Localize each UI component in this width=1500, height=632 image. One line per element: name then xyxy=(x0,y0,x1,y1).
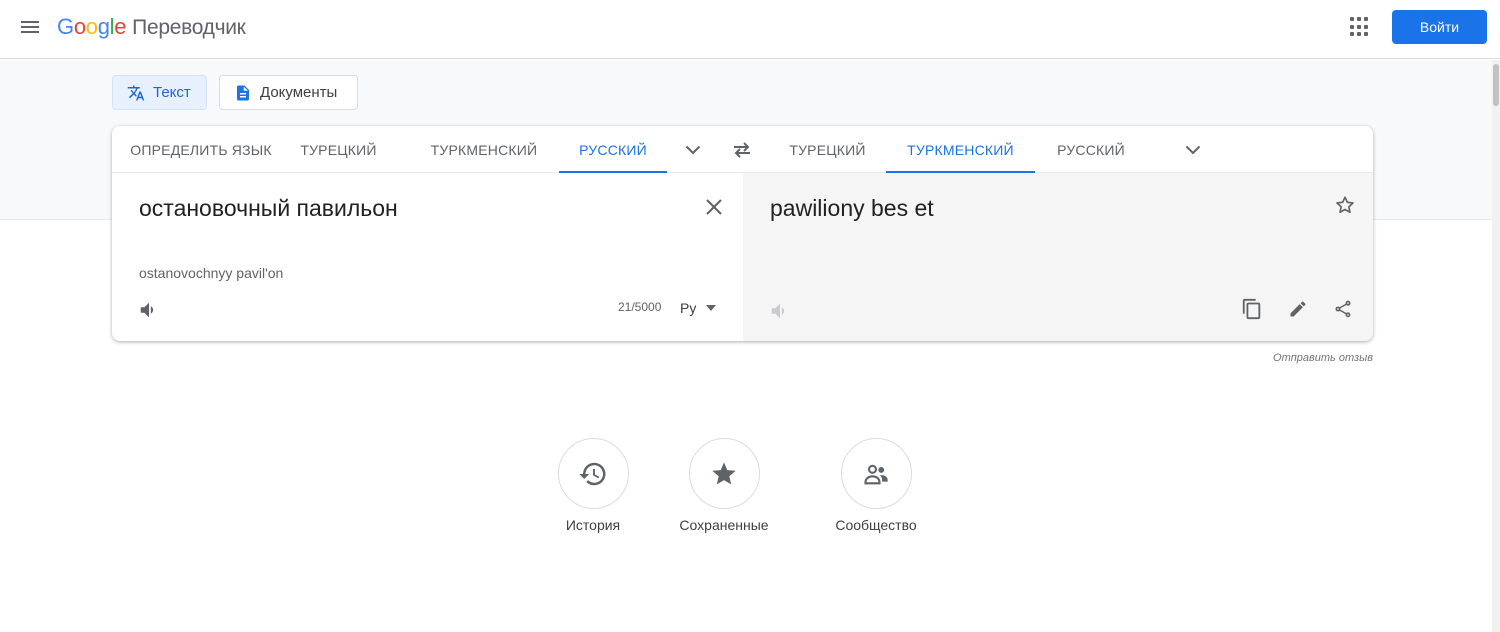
app-logo[interactable]: Google Переводчик xyxy=(57,14,246,40)
target-lang-turkmen[interactable]: ТУРКМЕНСКИЙ xyxy=(886,126,1035,173)
copy-icon[interactable] xyxy=(1240,297,1264,321)
save-star-icon[interactable] xyxy=(1334,194,1358,218)
source-text[interactable]: остановочный павильон xyxy=(139,195,398,222)
community-circle[interactable] xyxy=(840,438,912,509)
document-icon xyxy=(232,83,254,103)
translate-card: ОПРЕДЕЛИТЬ ЯЗЫК ТУРЕЦКИЙ ТУРКМЕНСКИЙ РУС… xyxy=(112,126,1373,341)
logo-letter: o xyxy=(73,14,86,39)
target-listen-speaker-icon[interactable] xyxy=(768,299,792,323)
history-button[interactable]: История xyxy=(523,438,663,533)
community-people-icon xyxy=(864,464,888,484)
language-bar: ОПРЕДЕЛИТЬ ЯЗЫК ТУРЕЦКИЙ ТУРКМЕНСКИЙ РУС… xyxy=(112,126,1373,173)
saved-button[interactable]: Сохраненные xyxy=(654,438,794,533)
target-more-chevron-down-icon[interactable] xyxy=(1182,139,1204,161)
mode-documents-button[interactable]: Документы xyxy=(219,75,358,110)
source-lang-detect[interactable]: ОПРЕДЕЛИТЬ ЯЗЫК xyxy=(112,126,290,173)
source-transliteration: ostanovochnyy pavil'on xyxy=(139,265,284,281)
send-feedback-link[interactable]: Отправить отзыв xyxy=(1200,352,1373,364)
login-button[interactable]: Войти xyxy=(1392,10,1487,44)
swap-languages-icon[interactable] xyxy=(730,138,754,162)
mode-documents-label: Документы xyxy=(260,84,338,101)
input-tools-keyboard[interactable]: Рy xyxy=(680,297,724,319)
saved-label: Сохраненные xyxy=(679,517,769,533)
source-lang-turkish[interactable]: ТУРЕЦКИЙ xyxy=(290,126,387,173)
menu-icon[interactable] xyxy=(18,16,42,40)
community-label: Сообщество xyxy=(835,517,917,533)
top-bar: Google Переводчик Войти xyxy=(0,0,1500,59)
scrollbar-thumb[interactable] xyxy=(1493,64,1499,106)
caret-down-icon xyxy=(706,305,717,311)
edit-pencil-icon[interactable] xyxy=(1286,297,1310,321)
source-listen-speaker-icon[interactable] xyxy=(137,298,161,322)
source-more-chevron-down-icon[interactable] xyxy=(682,139,704,161)
history-circle[interactable] xyxy=(557,438,629,509)
target-lang-turkish[interactable]: ТУРЕЦКИЙ xyxy=(777,126,878,173)
target-text: pawiliony bes et xyxy=(770,195,934,221)
translate-icon xyxy=(125,83,147,103)
community-button[interactable]: Сообщество xyxy=(806,438,946,533)
mode-text-label: Текст xyxy=(153,84,191,101)
saved-circle[interactable] xyxy=(688,438,760,509)
clear-close-icon[interactable] xyxy=(703,196,725,218)
char-counter: 21/5000 xyxy=(618,300,662,314)
share-icon[interactable] xyxy=(1331,297,1355,321)
logo-letter: G xyxy=(57,14,74,39)
source-lang-turkmen[interactable]: ТУРКМЕНСКИЙ xyxy=(410,126,558,173)
logo-letter: o xyxy=(85,14,98,39)
history-label: История xyxy=(565,517,621,533)
target-pane: pawiliony bes et xyxy=(743,173,1373,341)
logo-letter: e xyxy=(114,14,127,39)
logo-letter: g xyxy=(97,14,110,39)
source-pane[interactable]: остановочный павильон ostanovochnyy pavi… xyxy=(112,173,743,341)
star-icon xyxy=(712,461,736,484)
mode-text-button[interactable]: Текст xyxy=(112,75,207,110)
apps-grid-icon[interactable] xyxy=(1350,17,1370,37)
target-lang-russian[interactable]: РУССКИЙ xyxy=(1042,126,1140,173)
product-name: Переводчик xyxy=(132,16,246,39)
input-tools-label: Рy xyxy=(680,300,697,316)
history-icon xyxy=(579,462,606,485)
source-lang-russian[interactable]: РУССКИЙ xyxy=(559,126,667,173)
scrollbar[interactable] xyxy=(1492,60,1500,632)
